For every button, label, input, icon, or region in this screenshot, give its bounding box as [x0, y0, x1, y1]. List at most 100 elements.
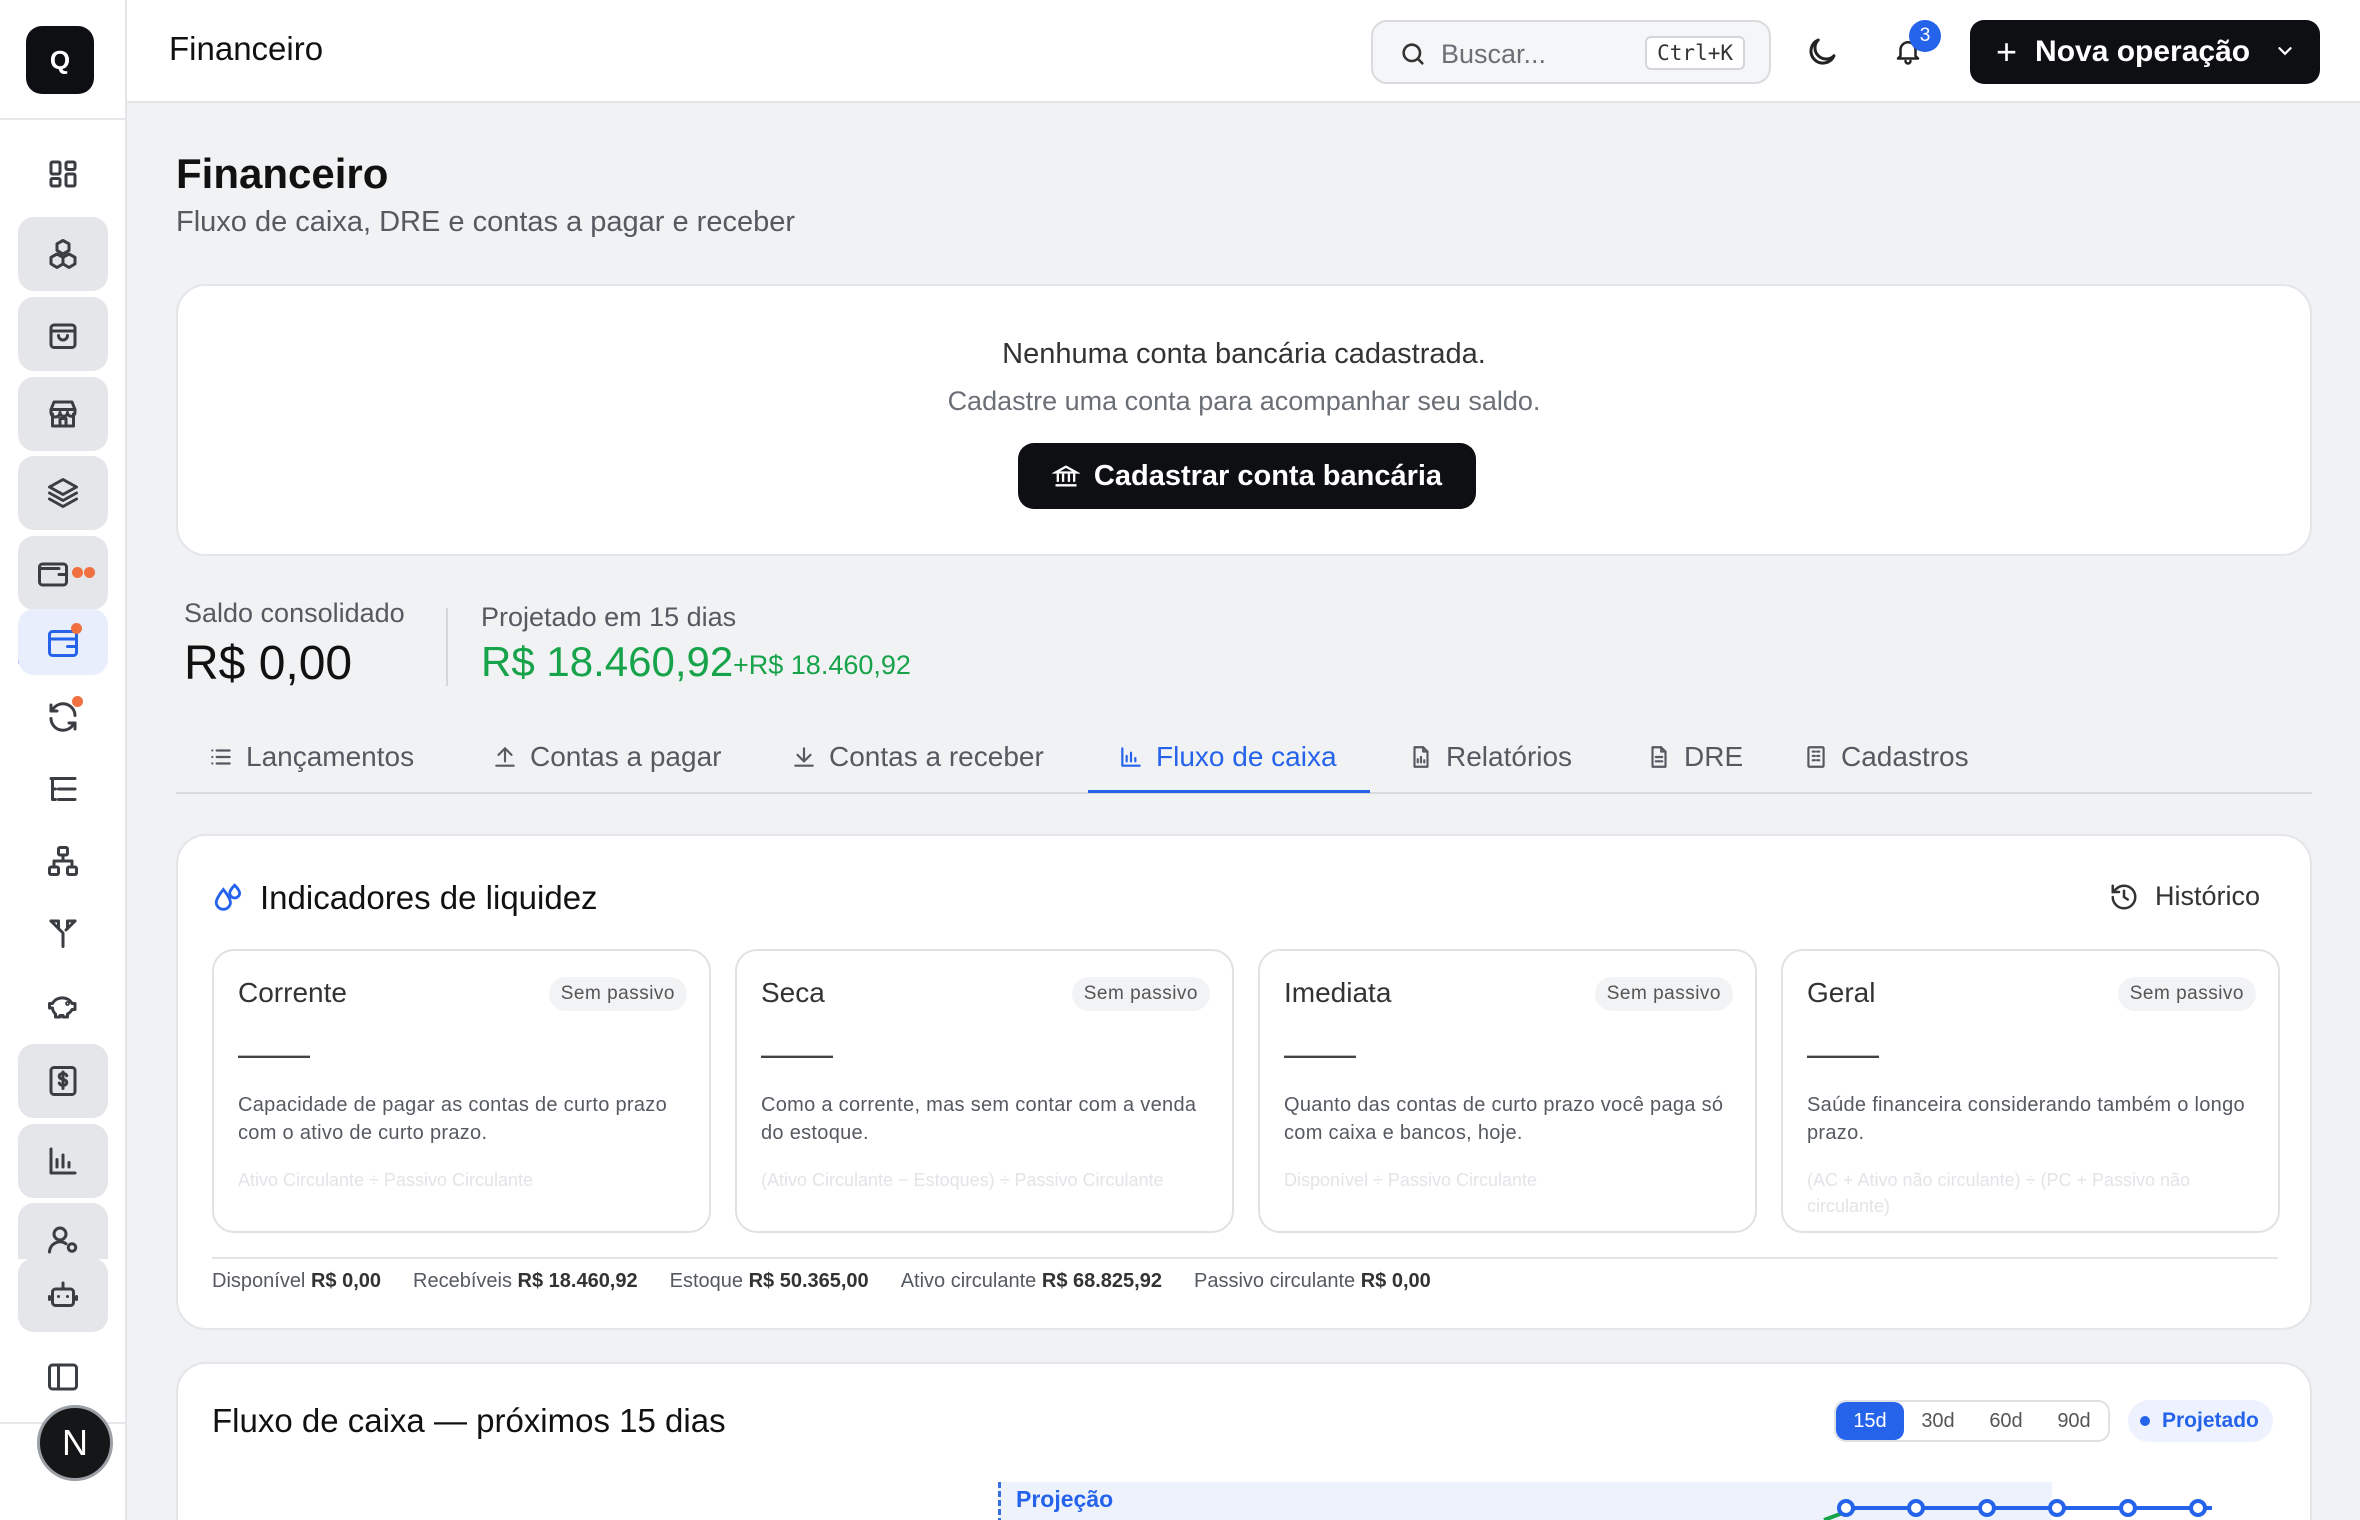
range-selector: 15d 30d 60d 90d — [1834, 1400, 2110, 1442]
building-icon — [1807, 746, 1825, 768]
indicator-description: Como a corrente, mas sem contar com a ve… — [761, 1094, 1197, 1144]
projected-legend[interactable]: Projetado — [2128, 1400, 2273, 1442]
store-icon — [49, 400, 77, 428]
sidebar-item-orders[interactable] — [18, 297, 108, 371]
alert-dot — [72, 567, 83, 578]
indicator-name: Seca — [761, 977, 825, 1008]
split-icon — [49, 919, 77, 948]
sidebar-item-network[interactable] — [18, 824, 108, 898]
indicator-value: —— — [1807, 1033, 1879, 1074]
robot-icon — [48, 1281, 78, 1307]
consolidated-balance-label: Saldo consolidado — [184, 598, 405, 628]
layers-icon — [48, 478, 78, 508]
range-90d[interactable]: 90d — [2040, 1402, 2108, 1440]
history-label: Histórico — [2154, 881, 2260, 911]
liquidity-summary: Disponível R$ 0,00 Recebíveis R$ 18.460,… — [212, 1270, 1431, 1293]
projection-start-line — [998, 1482, 1001, 1520]
tab-label: Contas a receber — [829, 741, 1044, 772]
alert-dot — [84, 567, 95, 578]
bank-empty-title: Nenhuma conta bancária cadastrada. — [1002, 338, 1486, 370]
sidebar-item-assistant[interactable] — [18, 1258, 108, 1332]
tab-label: Fluxo de caixa — [1156, 741, 1337, 772]
page-subtitle: Fluxo de caixa, DRE e contas a pagar e r… — [176, 206, 795, 238]
sidebar-item-reports[interactable] — [18, 1124, 108, 1198]
indicator-card-corrente: Corrente Sem passivo —— Capacidade de pa… — [212, 949, 711, 1233]
history-icon — [2111, 883, 2137, 909]
avatar[interactable]: N — [37, 1405, 113, 1481]
summary-item: Passivo circulante R$ 0,00 — [1193, 1270, 1431, 1292]
sidebar-item-split[interactable] — [18, 896, 108, 970]
chart-point — [1978, 1499, 1996, 1517]
wallet-icon — [38, 562, 68, 587]
notification-badge: 3 — [1909, 20, 1941, 52]
summary-item: Ativo circulante R$ 68.825,92 — [900, 1270, 1162, 1292]
indicator-description: Capacidade de pagar as contas de curto p… — [238, 1094, 668, 1144]
piggy-bank-icon — [48, 996, 77, 1019]
file-text-icon — [1651, 746, 1667, 768]
indicator-badge: Sem passivo — [2117, 977, 2256, 1011]
range-15d[interactable]: 15d — [1836, 1402, 1904, 1440]
sidebar-item-billing[interactable] — [18, 1044, 108, 1118]
search-input[interactable]: Buscar... Ctrl+K — [1371, 20, 1771, 84]
chart-point — [2189, 1499, 2207, 1517]
projected-balance-delta: +R$ 18.460,92 — [733, 650, 911, 680]
sidebar-item-wallet[interactable] — [18, 536, 108, 610]
legend-dot — [2140, 1416, 2150, 1426]
sidebar-item-financeiro[interactable] — [18, 609, 108, 675]
projection-label: Projeção — [1016, 1486, 1114, 1512]
app-logo[interactable]: Q — [26, 26, 94, 94]
sidebar-item-products[interactable] — [18, 217, 108, 291]
sidebar-item-dashboard[interactable] — [18, 137, 108, 211]
cashflow-card: Fluxo de caixa — próximos 15 dias 15d 30… — [176, 1362, 2312, 1520]
range-30d[interactable]: 30d — [1904, 1402, 1972, 1440]
indicator-badge: Sem passivo — [548, 977, 687, 1011]
indicator-name: Imediata — [1284, 977, 1392, 1008]
droplets-icon — [212, 881, 246, 915]
search-shortcut: Ctrl+K — [1645, 36, 1745, 70]
list-icon — [211, 749, 231, 765]
alert-dot — [72, 696, 83, 707]
page-title: Financeiro — [176, 150, 389, 197]
indicator-description: Quanto das contas de curto prazo você pa… — [1284, 1094, 1724, 1144]
sidebar-item-store[interactable] — [18, 377, 108, 451]
new-operation-label: Nova operação — [2035, 35, 2251, 68]
sidebar-toggle-icon — [48, 1363, 78, 1391]
summary-item: Disponível R$ 0,00 — [212, 1270, 382, 1292]
sidebar-item-sync[interactable] — [18, 680, 108, 754]
upload-icon — [495, 747, 515, 767]
tab-dre[interactable]: DRE — [1646, 732, 1743, 782]
theme-toggle-button[interactable] — [1804, 34, 1840, 70]
indicator-value: —— — [238, 1033, 310, 1074]
liquidity-divider — [212, 1257, 2278, 1259]
tab-contas-a-pagar[interactable]: Contas a pagar — [492, 732, 721, 782]
chevron-down-icon — [2278, 47, 2292, 56]
indicator-card-geral: Geral Sem passivo —— Saúde financeira co… — [1781, 949, 2280, 1233]
new-operation-button[interactable]: + Nova operação — [1970, 20, 2320, 84]
tab-cadastros[interactable]: Cadastros — [1803, 732, 1969, 782]
tab-label: Cadastros — [1841, 741, 1969, 772]
chart-point — [2048, 1499, 2066, 1517]
sidebar-collapse-button[interactable] — [18, 1340, 108, 1414]
indicator-description: Saúde financeira considerando também o l… — [1807, 1094, 2245, 1144]
tab-fluxo-de-caixa[interactable]: Fluxo de caixa — [1118, 732, 1337, 782]
list-tree-icon — [49, 777, 77, 801]
consolidated-balance-value: R$ 0,00 — [184, 637, 353, 690]
indicator-formula: Ativo Circulante ÷ Passivo Circulante — [238, 1170, 533, 1190]
tab-relatorios[interactable]: Relatórios — [1408, 732, 1572, 782]
sidebar-item-savings[interactable] — [18, 968, 108, 1042]
range-60d[interactable]: 60d — [1972, 1402, 2040, 1440]
sidebar-item-list[interactable] — [18, 752, 108, 826]
balance-separator — [446, 608, 448, 686]
tab-lancamentos[interactable]: Lançamentos — [208, 732, 414, 782]
search-placeholder: Buscar... — [1441, 39, 1547, 69]
history-button[interactable]: Histórico — [2109, 881, 2260, 912]
sidebar-item-inventory[interactable] — [18, 456, 108, 530]
tab-contas-a-receber[interactable]: Contas a receber — [791, 732, 1044, 782]
active-tab-underline — [1088, 790, 1370, 793]
register-bank-account-button[interactable]: Cadastrar conta bancária — [1018, 443, 1476, 509]
liquidity-card: Indicadores de liquidez Histórico Corren… — [176, 834, 2312, 1330]
bank-icon — [1051, 465, 1080, 487]
sidebar-divider — [0, 118, 127, 120]
sidebar-item-users[interactable] — [18, 1203, 108, 1259]
shopping-bag-icon — [49, 323, 77, 349]
